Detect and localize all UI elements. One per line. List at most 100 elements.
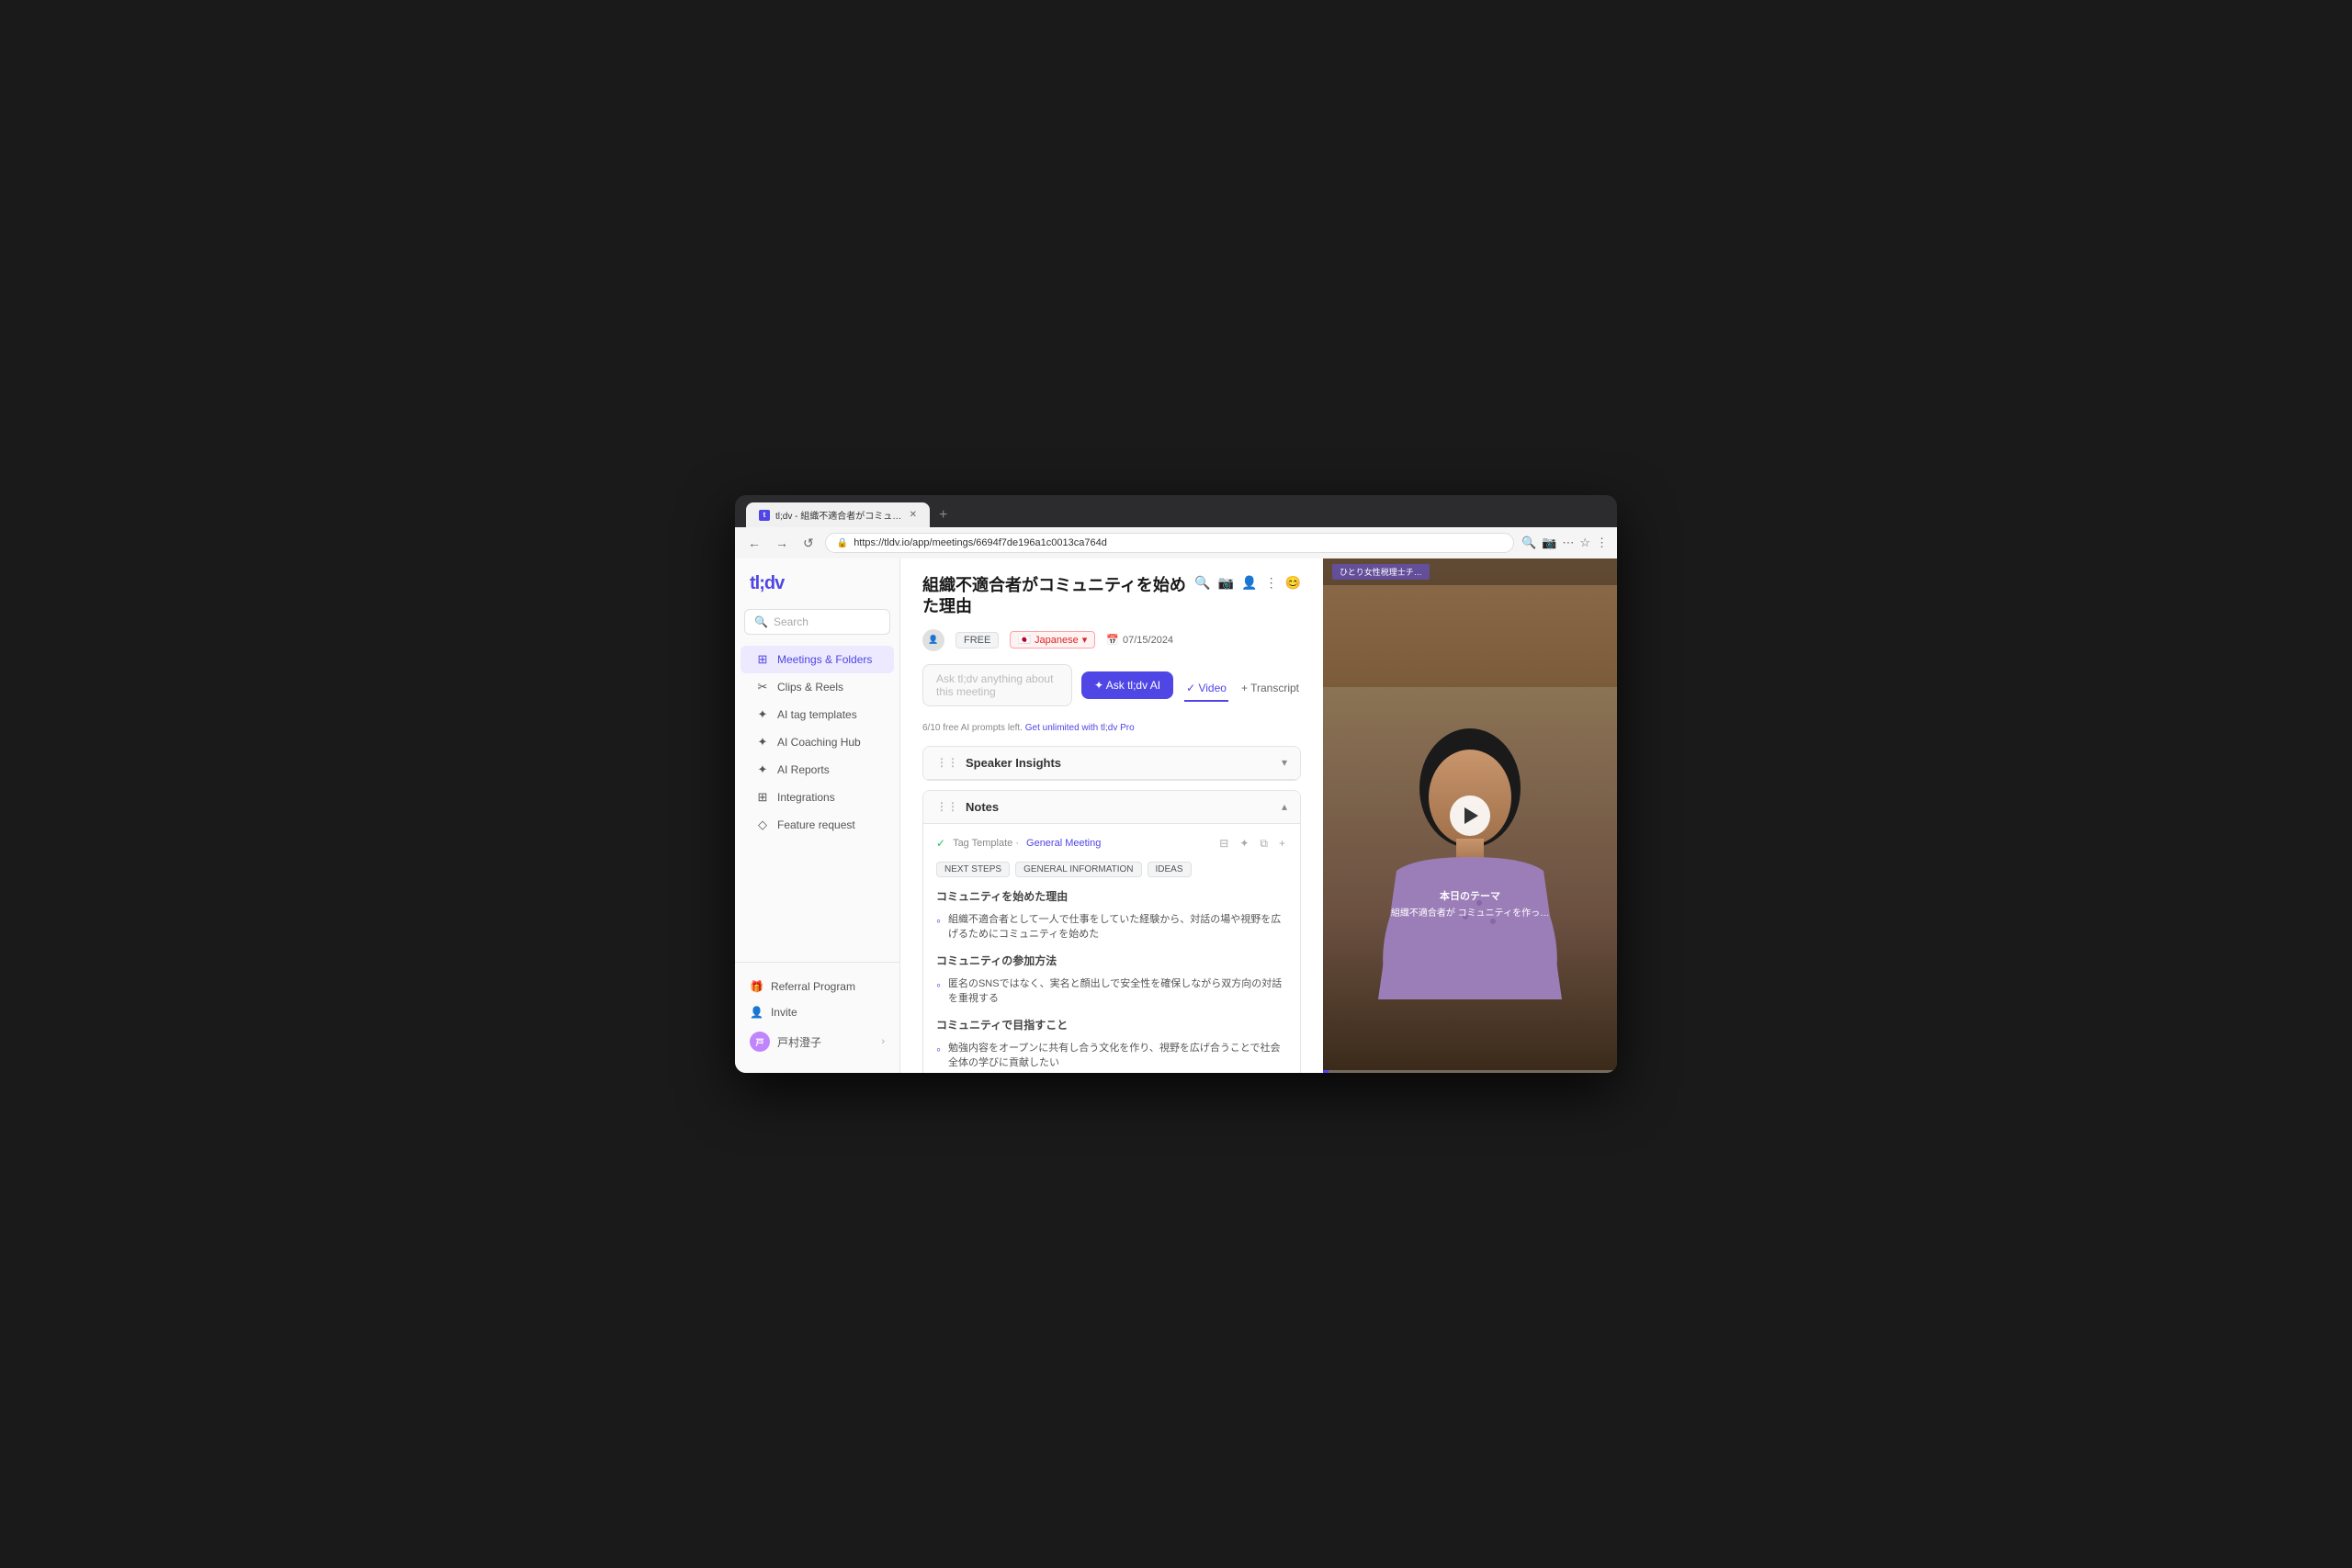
notes-header[interactable]: ⋮⋮ Notes ▴: [923, 791, 1300, 824]
note-heading-2: コミュニティの参加方法: [936, 953, 1287, 968]
app-logo[interactable]: tl;dv: [735, 573, 899, 609]
lock-icon: 🔒: [837, 538, 848, 548]
tag-magic-button[interactable]: ✦: [1238, 835, 1250, 852]
user-chevron-icon: ›: [881, 1036, 885, 1047]
notes-chevron-icon: ▴: [1282, 800, 1287, 813]
search-placeholder: Search: [774, 615, 808, 628]
emoji-icon[interactable]: 😊: [1285, 575, 1301, 591]
extensions-icon[interactable]: ⋯: [1562, 536, 1574, 550]
note-group-1: コミュニティを始めた理由 ◦ 組織不適合者として一人で仕事をしていた経験から、対…: [936, 888, 1287, 945]
note-heading-1: コミュニティを始めた理由: [936, 888, 1287, 904]
sidebar-item-ai-tags[interactable]: ✦ AI tag templates: [741, 701, 894, 728]
speaker-insights-section: ⋮⋮ Speaker Insights ▾: [922, 746, 1301, 781]
sidebar-item-clips[interactable]: ✂ Clips & Reels: [741, 673, 894, 701]
tag-template-label: Tag Template ·: [953, 838, 1019, 849]
refresh-button[interactable]: ↺: [799, 534, 818, 553]
back-button[interactable]: ←: [744, 534, 764, 552]
star-icon[interactable]: ☆: [1579, 536, 1590, 550]
share-header-icon[interactable]: 👤: [1241, 575, 1257, 591]
bullet-icon: ◦: [936, 911, 941, 931]
tab-transcript[interactable]: + Transcript: [1239, 676, 1301, 702]
more-header-icon[interactable]: ⋮: [1265, 575, 1278, 591]
note-item-2-1: ◦ 匿名のSNSではなく、実名と顔出しで安全性を確保しながら双方向の対話を重視す…: [936, 974, 1287, 1010]
note-item-1-1: ◦ 組織不適合者として一人で仕事をしていた経験から、対話の場や視野を広げるために…: [936, 909, 1287, 945]
speaker-insights-header[interactable]: ⋮⋮ Speaker Insights ▾: [923, 747, 1300, 780]
ai-upgrade-link[interactable]: Get unlimited with tl;dv Pro: [1025, 723, 1135, 733]
sidebar-item-integrations[interactable]: ⊞ Integrations: [741, 784, 894, 811]
notes-title: ⋮⋮ Notes: [936, 800, 999, 814]
video-overlay-text: ひとり女性税理士チ…: [1332, 564, 1430, 580]
video-progress-bar[interactable]: [1323, 1070, 1617, 1073]
ai-input[interactable]: Ask tl;dv anything about this meeting: [922, 664, 1072, 706]
clips-icon: ✂: [755, 680, 770, 694]
flag-icon: 🇯🇵: [1018, 634, 1031, 646]
video-panel: ひとり女性税理士チ…: [1323, 558, 1617, 1073]
note-group-3: コミュニティで目指すこと ◦ 勉強内容をオープンに共有し合う文化を作り、視野を広…: [936, 1017, 1287, 1073]
coaching-label: AI Coaching Hub: [777, 736, 861, 749]
chip-ideas[interactable]: IDEAS: [1148, 862, 1192, 877]
meta-row: 👤 FREE 🇯🇵 Japanese ▾ 📅 07/15/2024: [922, 629, 1301, 651]
search-bar[interactable]: 🔍 Search: [744, 609, 890, 635]
notes-body: ✓ Tag Template · General Meeting ⊟ ✦ ⧉ +…: [923, 824, 1300, 1073]
tag-layout-button[interactable]: ⊟: [1217, 835, 1230, 852]
video-thumbnail: ひとり女性税理士チ…: [1323, 558, 1617, 1073]
video-subtitle-1: 本日のテーマ: [1323, 888, 1617, 903]
speaker-insights-chevron-icon: ▾: [1282, 756, 1287, 769]
language-text: Japanese: [1035, 635, 1079, 646]
sidebar-item-meetings[interactable]: ⊞ Meetings & Folders: [741, 646, 894, 673]
video-text-overlay: 本日のテーマ 組織不適合者が コミュニティを作っ…: [1323, 888, 1617, 919]
screenshot-icon[interactable]: 📷: [1542, 536, 1556, 550]
note-heading-3: コミュニティで目指すこと: [936, 1017, 1287, 1032]
sidebar-bottom: 🎁 Referral Program 👤 Invite 戸 戸村澄子 ›: [735, 962, 899, 1058]
tab-close-button[interactable]: ✕: [910, 510, 917, 520]
sidebar-item-feature[interactable]: ◇ Feature request: [741, 811, 894, 839]
tag-template-name[interactable]: General Meeting: [1026, 838, 1101, 849]
more-icon[interactable]: ⋮: [1596, 536, 1608, 550]
browser-toolbar: ← → ↺ 🔒 https://tldv.io/app/meetings/669…: [735, 527, 1617, 558]
header-actions: 🔍 📷 👤 ⋮ 😊: [1194, 575, 1301, 591]
language-badge[interactable]: 🇯🇵 Japanese ▾: [1010, 631, 1095, 649]
tag-add-button[interactable]: +: [1277, 835, 1287, 852]
sidebar-item-reports[interactable]: ✦ AI Reports: [741, 756, 894, 784]
meetings-label: Meetings & Folders: [777, 653, 872, 666]
bullet-icon-3: ◦: [936, 1040, 941, 1059]
search-icon: 🔍: [754, 615, 768, 628]
new-tab-button[interactable]: +: [932, 503, 955, 527]
search-header-icon[interactable]: 🔍: [1194, 575, 1210, 591]
note-item-3-1: ◦ 勉強内容をオープンに共有し合う文化を作り、視野を広げ合うことで社会全体の学び…: [936, 1038, 1287, 1073]
integrations-icon: ⊞: [755, 790, 770, 805]
search-icon[interactable]: 🔍: [1521, 536, 1536, 550]
tag-template-row: ✓ Tag Template · General Meeting ⊟ ✦ ⧉ +: [936, 835, 1287, 852]
coaching-icon: ✦: [755, 735, 770, 750]
ask-ai-button[interactable]: ✦ Ask tl;dv AI: [1081, 671, 1173, 699]
tab-favicon: t: [759, 510, 770, 521]
ai-bar: Ask tl;dv anything about this meeting ✦ …: [922, 664, 1173, 706]
invite-item[interactable]: 👤 Invite: [741, 999, 894, 1025]
forward-button[interactable]: →: [772, 534, 792, 552]
drag-handle-icon: ⋮⋮: [936, 756, 958, 769]
tag-copy-button[interactable]: ⧉: [1258, 835, 1270, 852]
sidebar-item-coaching[interactable]: ✦ AI Coaching Hub: [741, 728, 894, 756]
chip-next-steps[interactable]: NEXT STEPS: [936, 862, 1010, 877]
tab-title: tl;dv - 組織不適合者がコミュニ…: [775, 508, 904, 522]
active-tab[interactable]: t tl;dv - 組織不適合者がコミュニ… ✕: [746, 502, 930, 527]
camera-header-icon[interactable]: 📷: [1218, 575, 1234, 591]
tab-video[interactable]: ✓ Video: [1184, 676, 1228, 702]
app-content: tl;dv 🔍 Search ⊞ Meetings & Folders ✂ Cl…: [735, 558, 1617, 1073]
referral-item[interactable]: 🎁 Referral Program: [741, 974, 894, 999]
note-text-2-1: 匿名のSNSではなく、実名と顔出しで安全性を確保しながら双方向の対話を重視する: [948, 976, 1287, 1007]
bullet-icon-2: ◦: [936, 976, 941, 995]
chip-general-info[interactable]: GENERAL INFORMATION: [1015, 862, 1141, 877]
ai-tags-label: AI tag templates: [777, 708, 857, 721]
play-button[interactable]: [1450, 795, 1490, 836]
ai-tags-icon: ✦: [755, 707, 770, 722]
progress-bar-fill: [1323, 1070, 1329, 1073]
notes-drag-handle-icon: ⋮⋮: [936, 800, 958, 813]
address-bar[interactable]: 🔒 https://tldv.io/app/meetings/6694f7de1…: [825, 533, 1514, 553]
user-item[interactable]: 戸 戸村澄子 ›: [741, 1025, 894, 1058]
user-avatar: 戸: [750, 1032, 770, 1052]
calendar-icon: 📅: [1106, 634, 1119, 646]
reports-icon: ✦: [755, 762, 770, 777]
note-group-2: コミュニティの参加方法 ◦ 匿名のSNSではなく、実名と顔出しで安全性を確保しな…: [936, 953, 1287, 1010]
invite-icon: 👤: [750, 1006, 763, 1019]
